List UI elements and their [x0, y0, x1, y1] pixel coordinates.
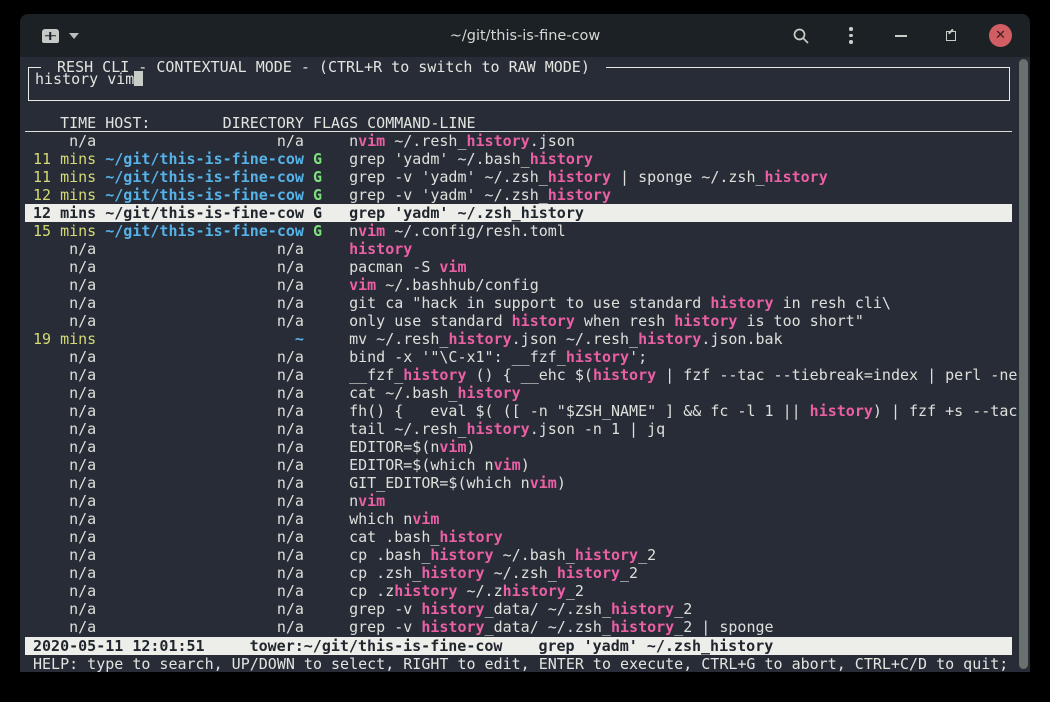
minimize-icon: [895, 35, 907, 37]
history-row[interactable]: n/a n/a nvim: [25, 492, 1012, 510]
restore-button[interactable]: [939, 24, 963, 48]
history-row[interactable]: 11 mins ~/git/this-is-fine-cow G grep 'y…: [25, 150, 1012, 168]
status-location: tower:~/git/this-is-fine-cow: [250, 637, 503, 655]
history-row[interactable]: n/a n/a cp .zhistory ~/.zhistory_2: [25, 582, 1012, 600]
minimize-button[interactable]: [889, 24, 913, 48]
history-row[interactable]: 19 mins ~ mv ~/.resh_history.json ~/.res…: [25, 330, 1012, 348]
history-row[interactable]: n/a n/a GIT_EDITOR=$(which nvim): [25, 474, 1012, 492]
history-row[interactable]: n/a n/a nvim ~/.resh_history.json: [25, 132, 1012, 150]
history-row[interactable]: n/a n/a cp .zsh_history ~/.zsh_history_2: [25, 564, 1012, 582]
history-row[interactable]: n/a n/a fh() { eval $( ([ -n "$ZSH_NAME"…: [25, 402, 1012, 420]
table-header: TIME HOST: DIRECTORY FLAGS COMMAND-LINE: [25, 114, 1012, 132]
help-line: HELP: type to search, UP/DOWN to select,…: [25, 655, 1025, 672]
history-row[interactable]: 12 mins ~/git/this-is-fine-cow G grep 'y…: [25, 204, 1012, 222]
restore-icon: [946, 31, 956, 41]
history-row[interactable]: n/a n/a pacman -S vim: [25, 258, 1012, 276]
history-row[interactable]: n/a n/a git ca "hack in support to use s…: [25, 294, 1012, 312]
chevron-down-icon[interactable]: [69, 33, 79, 39]
terminal-screen[interactable]: RESH CLI - CONTEXTUAL MODE - (CTRL+R to …: [20, 57, 1030, 672]
history-row[interactable]: n/a n/a cat ~/.bash_history: [25, 384, 1012, 402]
new-tab-icon: [42, 29, 59, 43]
history-table: TIME HOST: DIRECTORY FLAGS COMMAND-LINE …: [25, 114, 1012, 636]
history-row[interactable]: n/a n/a __fzf_history () { __ehc $(histo…: [25, 366, 1012, 384]
titlebar: ~/git/this-is-fine-cow ✕: [20, 14, 1030, 57]
history-row[interactable]: n/a n/a only use standard history when r…: [25, 312, 1012, 330]
history-row[interactable]: n/a n/a history: [25, 240, 1012, 258]
history-row[interactable]: 15 mins ~/git/this-is-fine-cow G nvim ~/…: [25, 222, 1012, 240]
new-tab-button[interactable]: [42, 29, 59, 43]
history-table-body: n/a n/a nvim ~/.resh_history.json11 mins…: [25, 132, 1012, 636]
search-icon: [792, 27, 810, 45]
history-row[interactable]: 12 mins ~/git/this-is-fine-cow G grep -v…: [25, 186, 1012, 204]
resh-search-box: RESH CLI - CONTEXTUAL MODE - (CTRL+R to …: [28, 67, 1010, 101]
history-row[interactable]: n/a n/a cp .bash_history ~/.bash_history…: [25, 546, 1012, 564]
scrollbar[interactable]: [1019, 59, 1028, 669]
history-row[interactable]: n/a n/a EDITOR=$(which nvim): [25, 456, 1012, 474]
terminal-window: ~/git/this-is-fine-cow ✕: [20, 14, 1030, 672]
status-bar: 2020-05-11 12:01:51 tower:~/git/this-is-…: [25, 637, 1012, 655]
status-command: grep 'yadm' ~/.zsh_history: [538, 637, 773, 655]
history-row[interactable]: n/a n/a grep -v history_data/ ~/.zsh_his…: [25, 600, 1012, 618]
history-row[interactable]: n/a n/a EDITOR=$(nvim): [25, 438, 1012, 456]
text-cursor: [134, 71, 143, 86]
history-row[interactable]: 11 mins ~/git/this-is-fine-cow G grep -v…: [25, 168, 1012, 186]
history-row[interactable]: n/a n/a tail ~/.resh_history.json -n 1 |…: [25, 420, 1012, 438]
history-row[interactable]: n/a n/a cat .bash_history: [25, 528, 1012, 546]
status-datetime: 2020-05-11 12:01:51: [33, 637, 205, 655]
kebab-menu-icon: [849, 27, 853, 44]
menu-button[interactable]: [839, 24, 863, 48]
history-row[interactable]: n/a n/a which nvim: [25, 510, 1012, 528]
close-icon: ✕: [995, 29, 1006, 42]
search-button[interactable]: [789, 24, 813, 48]
close-button[interactable]: ✕: [989, 24, 1012, 47]
history-row[interactable]: n/a n/a vim ~/.bashhub/config: [25, 276, 1012, 294]
history-row[interactable]: n/a n/a bind -x '"\C-x1": __fzf_history'…: [25, 348, 1012, 366]
history-row[interactable]: n/a n/a grep -v history_data/ ~/.zsh_his…: [25, 618, 1012, 636]
search-input[interactable]: history vim: [35, 70, 143, 88]
